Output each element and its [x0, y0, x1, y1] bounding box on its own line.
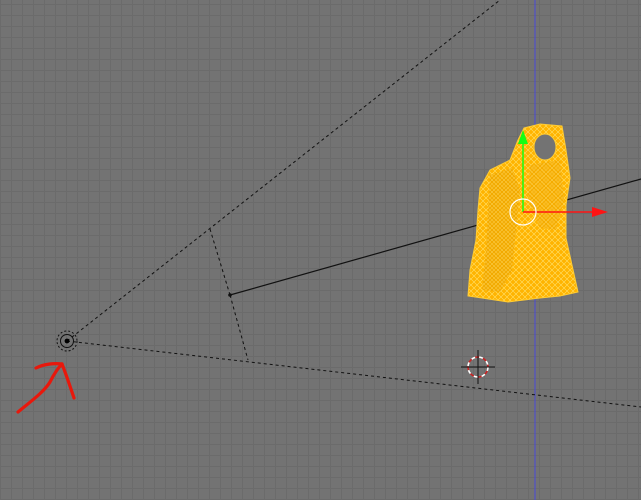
frustum-top-edge	[66, 0, 501, 342]
red-arrow-annotation-icon	[16, 362, 76, 414]
3d-viewport[interactable]	[0, 0, 641, 500]
camera-view-direction	[229, 178, 641, 296]
frustum-bottom-edge	[66, 340, 641, 408]
3d-cursor-icon[interactable]	[461, 350, 495, 384]
mesh-neck-hole	[533, 133, 557, 161]
frustum-plane-upper	[209, 228, 231, 296]
frustum-plane-lower	[229, 294, 249, 361]
frustum-center-point	[228, 293, 232, 297]
scene-canvas[interactable]	[0, 0, 641, 500]
gizmo-x-arrowhead[interactable]	[592, 207, 608, 217]
camera-object-icon[interactable]	[56, 330, 78, 352]
